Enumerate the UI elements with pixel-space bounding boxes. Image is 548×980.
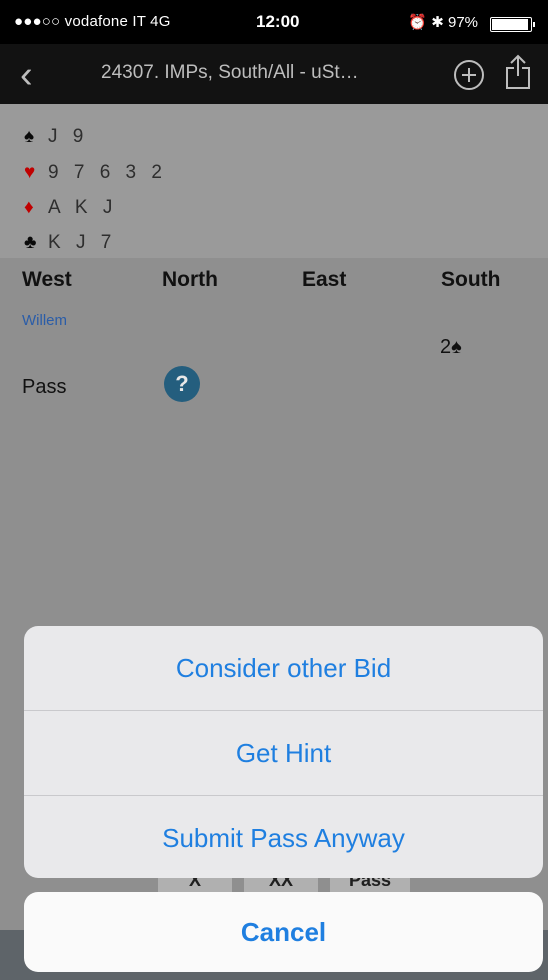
heart-holding: ♥ 9 7 6 3 2 bbox=[24, 162, 167, 183]
carrier-signal: ●●●○○ vodafone IT 4G bbox=[14, 13, 171, 30]
question-icon[interactable]: ? bbox=[164, 366, 200, 402]
add-circle-icon[interactable] bbox=[454, 60, 484, 90]
west-bid: Pass bbox=[22, 376, 67, 398]
consider-other-bid-button[interactable]: Consider other Bid bbox=[24, 626, 543, 710]
heart-icon: ♥ bbox=[24, 162, 36, 183]
get-hint-button[interactable]: Get Hint bbox=[24, 711, 543, 795]
header-south: South bbox=[441, 268, 501, 291]
page-title: 24307. IMPs, South/All - uSt… bbox=[101, 62, 359, 83]
diamond-icon: ♦ bbox=[24, 197, 34, 218]
header-east: East bbox=[302, 268, 347, 291]
header-north: North bbox=[162, 268, 218, 291]
action-sheet: Consider other Bid Get Hint Submit Pass … bbox=[24, 626, 543, 878]
west-player-name[interactable]: Willem bbox=[22, 312, 67, 329]
diamond-holding: ♦ A K J bbox=[24, 197, 118, 218]
clock: 12:00 bbox=[256, 12, 300, 31]
battery-icon bbox=[490, 17, 535, 32]
club-icon: ♣ bbox=[24, 232, 37, 253]
south-bid: 2♠ bbox=[440, 336, 462, 358]
cancel-button[interactable]: Cancel bbox=[24, 892, 543, 972]
submit-pass-anyway-button[interactable]: Submit Pass Anyway bbox=[24, 796, 543, 878]
back-chevron-icon[interactable]: ‹ bbox=[20, 54, 33, 97]
header-west: West bbox=[22, 268, 72, 291]
spade-holding: ♠ J 9 bbox=[24, 126, 89, 147]
club-holding: ♣ K J 7 bbox=[24, 232, 117, 253]
hand-display: ♠ J 9 ♥ 9 7 6 3 2 ♦ A K J ♣ K J 7 bbox=[0, 104, 548, 258]
status-icons: ⏰ ✱ 97% bbox=[408, 14, 478, 31]
share-icon[interactable] bbox=[505, 54, 531, 90]
status-bar: ●●●○○ vodafone IT 4G 12:00 ⏰ ✱ 97% bbox=[0, 0, 548, 44]
spade-icon: ♠ bbox=[24, 126, 35, 147]
navigation-bar: ‹ 24307. IMPs, South/All - uSt… bbox=[0, 44, 548, 104]
